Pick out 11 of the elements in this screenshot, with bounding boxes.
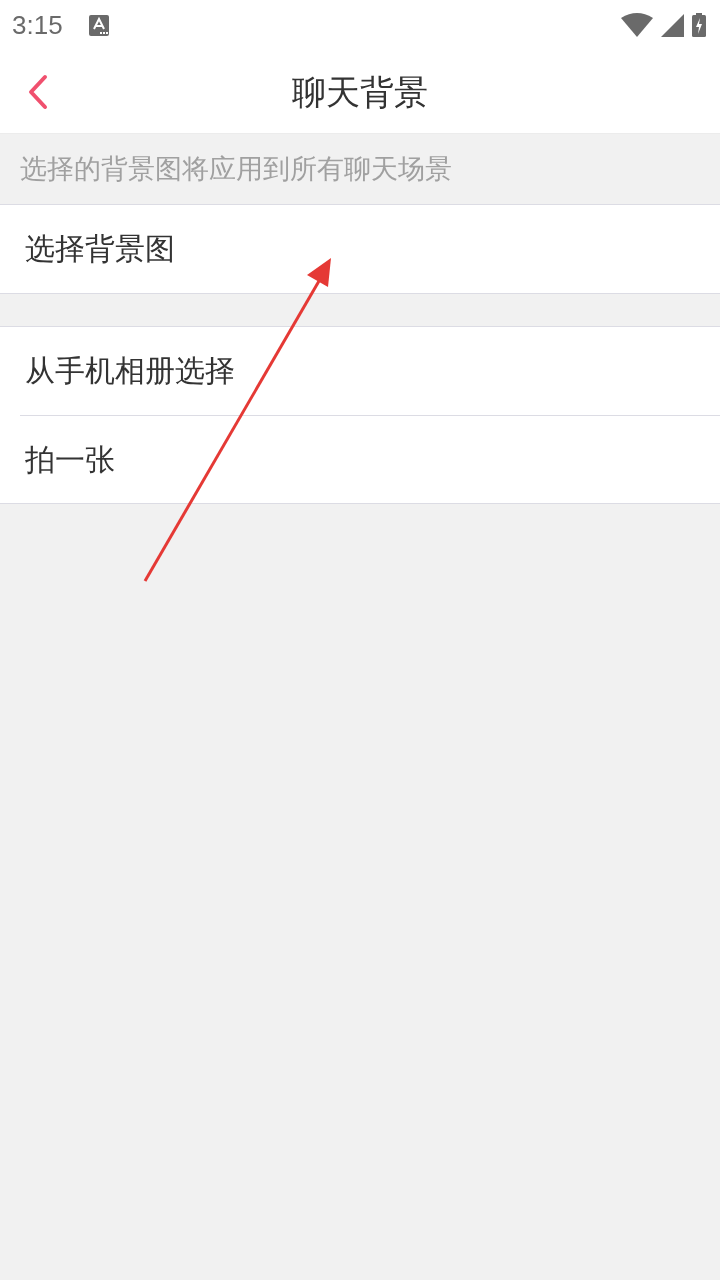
menu-item[interactable]: 选择背景图 [20, 205, 720, 293]
back-chevron-icon [27, 74, 49, 110]
menu-item[interactable]: 从手机相册选择 [20, 327, 720, 415]
notification-icon [88, 14, 109, 36]
hint-text: 选择的背景图将应用到所有聊天场景 [20, 155, 452, 183]
menu-item[interactable]: 拍一张 [20, 415, 720, 503]
page-title: 聊天背景 [292, 74, 428, 109]
signal-icon [661, 13, 684, 37]
status-time: 3:15 [12, 12, 63, 38]
battery-charging-icon [692, 13, 706, 37]
wifi-icon [621, 13, 653, 37]
